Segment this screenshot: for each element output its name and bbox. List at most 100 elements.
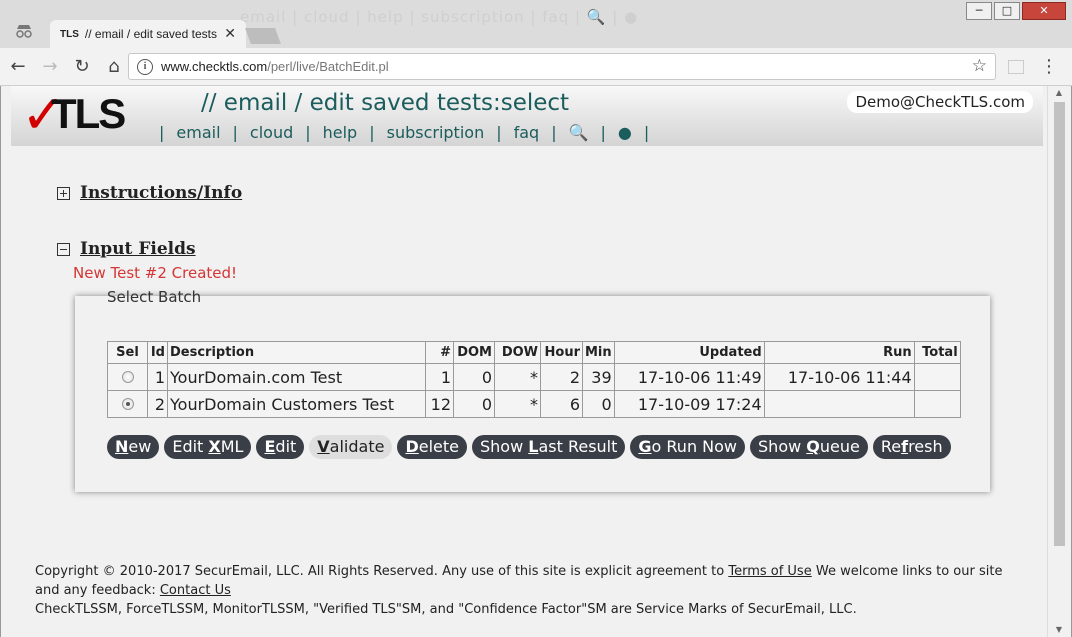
delete-button[interactable]: Delete <box>397 435 467 459</box>
btn-post: dit <box>275 437 297 456</box>
validate-button[interactable]: Validate <box>309 435 393 459</box>
window-controls: ─ □ ✕ <box>966 2 1066 20</box>
select-batch-legend: Select Batch <box>107 288 202 306</box>
btn-pre: Show <box>758 437 807 456</box>
col-min: Min <box>582 341 615 364</box>
updated-cell: 17-10-06 11:49 <box>613 363 765 391</box>
btn-post: o Run Now <box>651 437 738 456</box>
extension-icon[interactable] <box>1008 60 1024 74</box>
scroll-down-icon[interactable]: ▼ <box>1048 623 1070 637</box>
run-cell <box>763 390 915 418</box>
browser-titlebar: email | cloud | help | subscription | fa… <box>0 0 1072 48</box>
edit-button[interactable]: Edit <box>256 435 305 459</box>
total-cell <box>913 363 961 391</box>
tab-close-icon[interactable]: ✕ <box>224 26 236 42</box>
show-last-result-button[interactable]: Show Last Result <box>471 435 626 459</box>
page-scrollbar[interactable]: ▲ ▼ <box>1047 86 1071 637</box>
id-cell: 2 <box>147 390 168 418</box>
browser-tab[interactable]: TLS // email / edit saved tests ✕ <box>50 20 246 48</box>
btn-key: V <box>317 437 330 456</box>
refresh-button[interactable]: Refresh <box>872 435 951 459</box>
min-cell: 39 <box>582 363 615 391</box>
col-hour: Hour <box>540 341 583 364</box>
col-run: Run <box>763 341 915 364</box>
terms-link[interactable]: Terms of Use <box>728 564 811 579</box>
instructions-toggle[interactable]: Instructions/Info <box>57 183 242 203</box>
contact-link[interactable]: Contact Us <box>160 583 231 598</box>
nav-faq[interactable]: faq <box>514 123 540 142</box>
home-icon[interactable]: ⌂ <box>100 56 128 77</box>
checktls-logo[interactable]: ✓ TLS <box>21 86 126 142</box>
search-icon[interactable]: 🔍 <box>569 123 589 142</box>
btn-key: G <box>638 437 652 456</box>
nav-email[interactable]: email <box>176 123 220 142</box>
btn-key: Q <box>806 437 820 456</box>
globe-icon[interactable]: ● <box>618 123 632 142</box>
dom-cell: 0 <box>453 390 495 418</box>
info-icon[interactable]: i <box>137 58 153 75</box>
select-radio-checked[interactable] <box>121 397 134 410</box>
sel-cell[interactable] <box>107 363 148 391</box>
nav-sep: | <box>496 123 502 142</box>
url-text[interactable]: www.checktls.com/perl/live/BatchEdit.pl <box>161 59 389 74</box>
footer: Copyright © 2010-2017 SecurEmail, LLC. A… <box>35 562 1015 619</box>
url-domain: www.checktls.com <box>161 59 268 74</box>
copyright-text: Copyright © 2010-2017 SecurEmail, LLC. A… <box>35 564 729 579</box>
input-fields-link[interactable]: Input Fields <box>80 239 196 259</box>
batch-table: Sel Id Description # DOM DOW Hour Min Up… <box>107 341 961 418</box>
num-cell: 1 <box>425 363 454 391</box>
dow-cell: * <box>494 363 541 391</box>
btn-key: L <box>528 437 539 456</box>
description-cell: YourDomain Customers Test <box>167 390 426 418</box>
back-icon[interactable]: ← <box>4 56 32 77</box>
btn-key: N <box>115 437 129 456</box>
select-batch-panel: Sel Id Description # DOM DOW Hour Min Up… <box>75 296 990 492</box>
browser-menu-icon[interactable]: ⋮ <box>1040 56 1058 77</box>
expand-icon[interactable] <box>57 186 70 200</box>
forward-icon[interactable]: → <box>36 56 64 77</box>
nav-sep: | <box>305 123 311 142</box>
input-fields-toggle[interactable]: Input Fields <box>57 239 196 259</box>
incognito-icon <box>14 22 34 38</box>
go-run-now-button[interactable]: Go Run Now <box>630 435 746 459</box>
btn-post: ast Result <box>538 437 618 456</box>
btn-post: ueue <box>819 437 860 456</box>
show-queue-button[interactable]: Show Queue <box>750 435 868 459</box>
close-window-button[interactable]: ✕ <box>1022 2 1066 20</box>
updated-cell: 17-10-09 17:24 <box>613 390 765 418</box>
maximize-button[interactable]: □ <box>994 2 1020 20</box>
nav-sep: | <box>369 123 375 142</box>
nav-sep: | <box>643 123 650 142</box>
collapse-icon[interactable] <box>57 242 70 256</box>
nav-cloud[interactable]: cloud <box>250 123 293 142</box>
select-radio[interactable] <box>121 370 134 383</box>
address-bar[interactable]: i www.checktls.com/perl/live/BatchEdit.p… <box>128 53 996 80</box>
edit-xml-button[interactable]: Edit XML <box>164 435 252 459</box>
scroll-up-icon[interactable]: ▲ <box>1048 86 1070 100</box>
btn-key: D <box>405 437 419 456</box>
table-row[interactable]: 1 YourDomain.com Test 1 0 * 2 39 17-10-0… <box>107 363 961 391</box>
table-row[interactable]: 2 YourDomain Customers Test 12 0 * 6 0 1… <box>107 390 961 418</box>
col-description: Description <box>167 341 426 364</box>
scroll-thumb[interactable] <box>1054 102 1065 546</box>
url-path: /perl/live/BatchEdit.pl <box>267 59 389 74</box>
btn-post: resh <box>908 437 943 456</box>
instructions-link[interactable]: Instructions/Info <box>80 183 242 203</box>
account-badge[interactable]: Demo@CheckTLS.com <box>847 91 1033 113</box>
action-buttons: New Edit XML Edit Validate Delete Show L… <box>107 435 951 459</box>
bookmark-star-icon[interactable]: ☆ <box>972 56 987 76</box>
minimize-button[interactable]: ─ <box>966 2 992 20</box>
nav-sep: | <box>159 123 165 142</box>
description-cell: YourDomain.com Test <box>167 363 426 391</box>
sel-cell[interactable] <box>107 390 148 418</box>
nav-sep: | <box>232 123 238 142</box>
ghost-menu-text: email | cloud | help | subscription | fa… <box>240 8 639 26</box>
nav-subscription[interactable]: subscription <box>387 123 485 142</box>
table-header-row: Sel Id Description # DOM DOW Hour Min Up… <box>107 341 961 364</box>
reload-icon[interactable]: ↻ <box>68 56 96 77</box>
col-dow: DOW <box>494 341 541 364</box>
new-tab-button[interactable] <box>245 28 281 44</box>
new-button[interactable]: New <box>107 435 160 459</box>
run-cell: 17-10-06 11:44 <box>763 363 915 391</box>
nav-help[interactable]: help <box>323 123 358 142</box>
